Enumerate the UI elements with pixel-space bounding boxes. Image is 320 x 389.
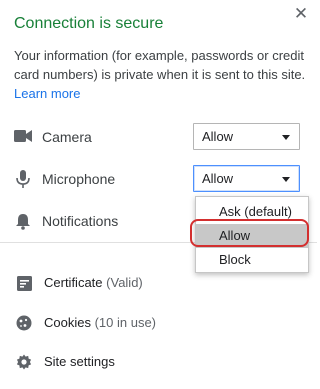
close-button[interactable]: ✕ [291,4,311,24]
chevron-down-icon [282,177,290,182]
learn-more-link[interactable]: Learn more [14,86,80,101]
microphone-options-list: Ask (default) Allow Block [195,196,309,273]
notifications-label: Notifications [42,213,119,229]
cookie-icon [15,314,33,332]
page-title: Connection is secure [14,15,164,32]
option-ask-default[interactable]: Ask (default) [196,200,308,224]
camera-permission-value: Allow [202,129,234,144]
site-settings-label: Site settings [44,354,115,369]
connection-description: Your information (for example, passwords… [14,48,306,82]
cookies-link[interactable]: Cookies (10 in use) [0,308,317,338]
camera-icon [14,127,32,145]
chevron-down-icon [282,135,290,140]
certificate-icon [15,274,33,292]
certificate-status: (Valid) [106,275,143,290]
certificate-label: Certificate (Valid) [44,275,143,290]
microphone-permission-select[interactable]: Allow [193,165,300,192]
cookies-count: (10 in use) [94,315,157,330]
microphone-icon [14,170,32,188]
microphone-permission-value: Allow [202,171,234,186]
cookies-label: Cookies (10 in use) [44,315,157,330]
option-allow[interactable]: Allow [196,224,308,248]
site-settings-link[interactable]: Site settings [0,347,317,377]
close-icon: ✕ [293,4,309,23]
bell-icon [14,212,32,230]
option-block[interactable]: Block [196,248,308,272]
microphone-label: Microphone [42,171,116,187]
gear-icon [15,353,33,371]
camera-label: Camera [42,129,92,145]
camera-permission-select[interactable]: Allow [193,123,300,150]
